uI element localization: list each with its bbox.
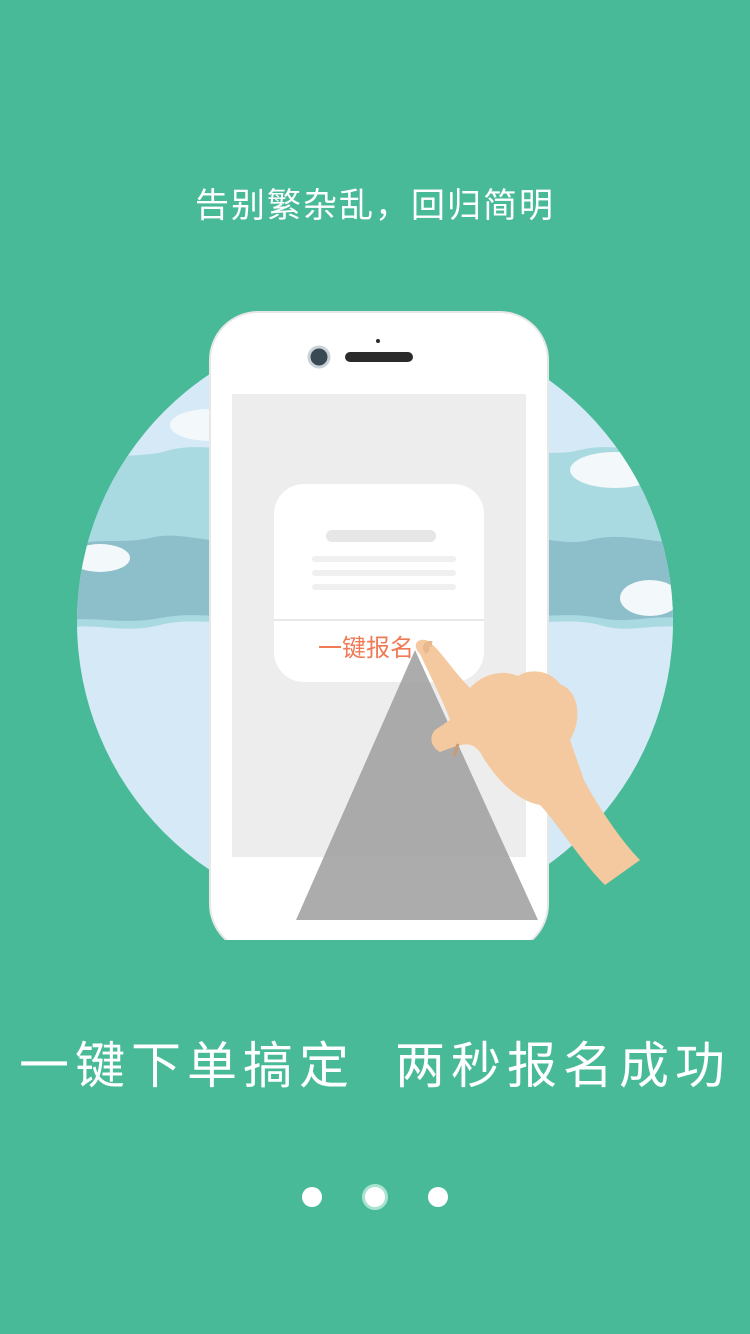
onboarding-headline: 一键下单搞定 两秒报名成功 [0, 1026, 750, 1098]
phone-mockup [209, 311, 549, 940]
mockup-signup-label: 一键报名 [318, 634, 414, 662]
headline-part-2: 两秒报名成功 [395, 1037, 731, 1095]
onboarding-screen[interactable]: 告别繁杂乱，回归简明 一键报名 一键下单搞定 两秒报名成功 [0, 0, 750, 1334]
phone-tap-illustration [77, 311, 673, 940]
page-dot-3[interactable] [428, 1187, 448, 1207]
onboarding-subtitle: 告别繁杂乱，回归简明 [195, 186, 555, 226]
page-dot-2-active[interactable] [362, 1184, 388, 1210]
page-indicator [0, 1183, 750, 1211]
page-dot-1[interactable] [302, 1187, 322, 1207]
headline-part-1: 一键下单搞定 [19, 1037, 355, 1095]
